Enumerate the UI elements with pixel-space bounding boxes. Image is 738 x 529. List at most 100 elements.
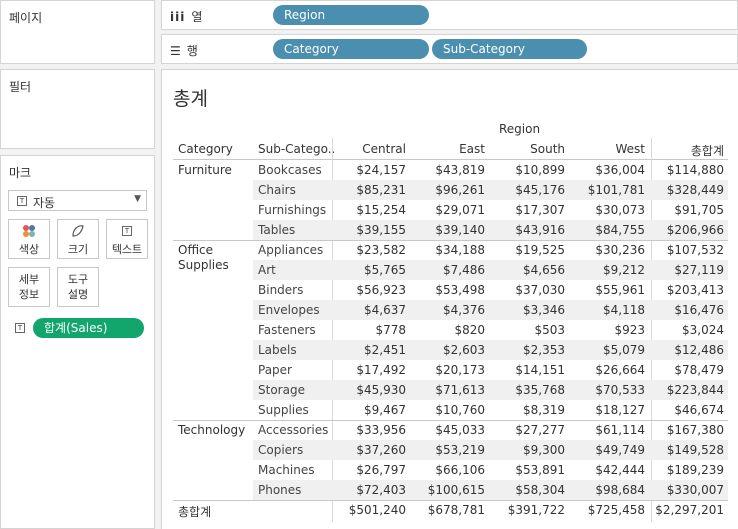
grand-total-label: 총합계 xyxy=(178,505,212,519)
value-cell: $189,239 xyxy=(666,463,724,477)
header-col: South xyxy=(530,142,565,156)
text-icon: T xyxy=(107,223,147,241)
pages-card[interactable]: 페이지 xyxy=(0,0,155,64)
label-button[interactable]: T 텍스트 xyxy=(106,219,148,259)
value-cell: $26,797 xyxy=(356,463,406,477)
value-cell: $167,380 xyxy=(666,423,724,437)
value-cell: $58,304 xyxy=(515,483,565,497)
grand-total-cell: $678,781 xyxy=(427,503,485,517)
value-cell: $24,157 xyxy=(356,163,406,177)
columns-icon: iii xyxy=(170,9,186,24)
sub-category-label: Accessories xyxy=(258,423,329,437)
rows-label: 행 xyxy=(186,44,198,58)
chevron-down-icon: ▼ xyxy=(134,194,141,204)
mark-type-label: 자동 xyxy=(33,196,56,210)
detail-button[interactable]: 세부 정보 xyxy=(8,267,50,307)
value-cell: $3,024 xyxy=(682,323,724,337)
value-cell: $4,118 xyxy=(603,303,645,317)
value-cell: $39,140 xyxy=(435,223,485,237)
value-cell: $53,219 xyxy=(435,443,485,457)
value-cell: $5,765 xyxy=(364,263,406,277)
value-cell: $9,212 xyxy=(603,263,645,277)
sub-category-label: Binders xyxy=(258,283,304,297)
value-cell: $206,966 xyxy=(666,223,724,237)
sub-category-label: Copiers xyxy=(258,443,304,457)
columns-label: 열 xyxy=(191,10,203,24)
value-cell: $84,755 xyxy=(595,223,645,237)
value-cell: $923 xyxy=(614,323,645,337)
filters-card[interactable]: 필터 xyxy=(0,69,155,149)
value-cell: $4,637 xyxy=(364,303,406,317)
tooltip-label: 도구 설명 xyxy=(67,273,89,301)
grand-total-cell: $725,458 xyxy=(587,503,645,517)
value-cell: $7,486 xyxy=(443,263,485,277)
category-label: Furniture xyxy=(178,163,232,177)
category-pill[interactable]: Category xyxy=(273,39,429,59)
pages-title: 페이지 xyxy=(9,11,43,25)
value-cell: $37,030 xyxy=(515,283,565,297)
header-col: Central xyxy=(362,142,406,156)
value-cell: $9,467 xyxy=(364,403,406,417)
header-col: East xyxy=(459,142,485,156)
value-cell: $56,923 xyxy=(356,283,406,297)
sub-category-label: Labels xyxy=(258,343,297,357)
value-cell: $45,033 xyxy=(435,423,485,437)
value-cell: $33,956 xyxy=(356,423,406,437)
value-cell: $26,664 xyxy=(595,363,645,377)
sub-category-label: Envelopes xyxy=(258,303,320,317)
value-cell: $85,231 xyxy=(356,183,406,197)
value-cell: $820 xyxy=(454,323,485,337)
value-cell: $43,819 xyxy=(435,163,485,177)
sub-category-label: Machines xyxy=(258,463,315,477)
sales-text-pill[interactable]: 합계(Sales) xyxy=(33,318,144,338)
marks-card: 마크 xyxy=(0,155,155,529)
value-cell: $55,961 xyxy=(595,283,645,297)
rows-shelf[interactable]: ☰ 행 Category Sub-Category xyxy=(161,34,738,64)
header-col: West xyxy=(615,142,645,156)
header-category: Category xyxy=(178,142,233,156)
value-cell: $330,007 xyxy=(666,483,724,497)
tooltip-button[interactable]: 도구 설명 xyxy=(57,267,99,307)
value-cell: $101,781 xyxy=(587,183,645,197)
value-cell: $14,151 xyxy=(515,363,565,377)
sub-category-pill[interactable]: Sub-Category xyxy=(432,39,587,59)
size-label: 크기 xyxy=(67,243,89,256)
region-pill[interactable]: Region xyxy=(273,5,429,25)
value-cell: $37,260 xyxy=(356,443,406,457)
value-cell: $98,684 xyxy=(595,483,645,497)
value-cell: $5,079 xyxy=(603,343,645,357)
value-cell: $30,073 xyxy=(595,203,645,217)
value-cell: $2,353 xyxy=(523,343,565,357)
value-cell: $46,674 xyxy=(674,403,724,417)
size-button[interactable]: 크기 xyxy=(57,219,99,259)
value-cell: $66,106 xyxy=(435,463,485,477)
columns-shelf[interactable]: iii 열 Region xyxy=(161,0,738,30)
text-mark-icon: T xyxy=(15,323,25,333)
value-cell: $2,451 xyxy=(364,343,406,357)
color-icon xyxy=(9,223,49,241)
mark-type-dropdown[interactable]: T 자동 ▼ xyxy=(8,190,147,211)
grand-total-cell: $391,722 xyxy=(507,503,565,517)
value-cell: $45,176 xyxy=(515,183,565,197)
sub-category-label: Art xyxy=(258,263,276,277)
group-divider xyxy=(173,240,728,241)
value-cell: $34,188 xyxy=(435,243,485,257)
sub-category-label: Bookcases xyxy=(258,163,322,177)
value-cell: $53,498 xyxy=(435,283,485,297)
category-label: Office Supplies xyxy=(178,243,229,272)
color-button[interactable]: 색상 xyxy=(8,219,50,259)
sub-category-label: Furnishings xyxy=(258,203,327,217)
value-cell: $35,768 xyxy=(515,383,565,397)
value-cell: $8,319 xyxy=(523,403,565,417)
value-cell: $15,254 xyxy=(356,203,406,217)
value-cell: $29,071 xyxy=(435,203,485,217)
value-cell: $16,476 xyxy=(674,303,724,317)
grand-total-cell: $501,240 xyxy=(348,503,406,517)
value-cell: $12,486 xyxy=(674,343,724,357)
value-cell: $70,533 xyxy=(595,383,645,397)
value-cell: $778 xyxy=(375,323,406,337)
value-cell: $18,127 xyxy=(595,403,645,417)
group-divider xyxy=(173,500,728,501)
value-cell: $72,403 xyxy=(356,483,406,497)
value-cell: $3,346 xyxy=(523,303,565,317)
